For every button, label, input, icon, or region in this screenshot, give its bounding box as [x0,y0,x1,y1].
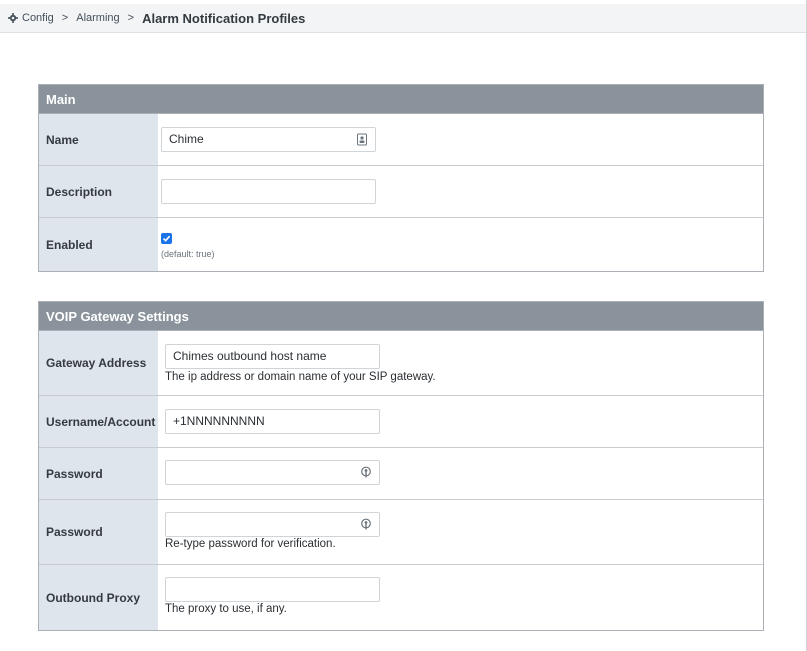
contact-card-icon [357,133,367,146]
checkmark-icon [162,235,171,242]
chevron-right-icon: > [127,12,135,24]
description-label: Description [39,166,158,217]
key-icon [361,518,371,530]
breadcrumb-alarming-link[interactable]: Alarming [76,12,119,24]
proxy-label: Outbound Proxy [39,565,158,630]
enabled-row: Enabled (default: true) [39,218,763,271]
proxy-row: Outbound Proxy The proxy to use, if any. [39,565,763,630]
gateway-input-value: Chimes outbound host name [173,349,327,363]
password-confirm-input[interactable] [165,512,380,537]
proxy-input[interactable] [165,577,380,602]
name-input[interactable]: Chime [161,127,376,152]
gateway-help: The ip address or domain name of your SI… [165,371,436,383]
gateway-label: Gateway Address [39,331,158,395]
gateway-row: Gateway Address Chimes outbound host nam… [39,331,763,396]
enabled-default-hint: (default: true) [161,249,215,259]
proxy-help: The proxy to use, if any. [165,603,287,615]
gear-icon [8,13,18,23]
password-confirm-help: Re-type password for verification. [165,538,336,550]
description-row: Description [39,166,763,218]
main-section: Main Name Chime Description Enabled (def… [38,84,764,272]
username-input[interactable]: +1NNNNNNNNN [165,409,380,434]
username-row: Username/Account +1NNNNNNNNN [39,396,763,448]
key-icon [361,466,371,478]
gateway-input[interactable]: Chimes outbound host name [165,344,380,369]
name-row: Name Chime [39,114,763,166]
password-row: Password [39,448,763,500]
description-input[interactable] [161,179,376,204]
name-label: Name [39,114,158,165]
page-title: Alarm Notification Profiles [142,10,306,26]
voip-section-header: VOIP Gateway Settings [39,302,763,331]
breadcrumb-config-link[interactable]: Config [22,12,54,24]
chevron-right-icon: > [61,12,69,24]
password-confirm-label: Password [39,500,158,564]
voip-section: VOIP Gateway Settings Gateway Address Ch… [38,301,764,631]
enabled-checkbox[interactable] [161,233,172,244]
name-input-value: Chime [169,132,204,146]
enabled-label: Enabled [39,218,158,271]
username-label: Username/Account [39,396,158,447]
username-input-value: +1NNNNNNNNN [173,414,265,428]
password-label: Password [39,448,158,499]
breadcrumb: Config > Alarming > Alarm Notification P… [0,4,806,33]
main-section-header: Main [39,85,763,114]
password-input[interactable] [165,460,380,485]
password-confirm-row: Password Re-type password for verificati… [39,500,763,565]
